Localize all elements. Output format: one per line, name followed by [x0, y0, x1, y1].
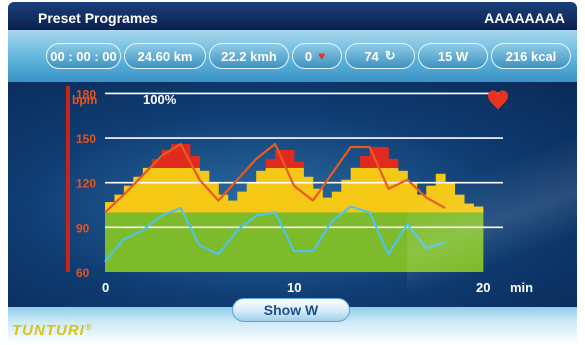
profile-bar-yellow [237, 191, 248, 213]
profile-bar-yellow [379, 167, 389, 213]
profile-bar-red [388, 158, 399, 168]
profile-bar-green [105, 212, 115, 272]
time-value: 00 : 00 : 00 [50, 48, 117, 64]
profile-bar-green [199, 212, 210, 272]
profile-bar-yellow [161, 167, 172, 213]
profile-bar-red [379, 147, 389, 168]
profile-bar-yellow [180, 167, 191, 213]
show-w-button[interactable]: Show W [232, 298, 350, 322]
x-tick-label: 0 [102, 280, 109, 295]
y-tick-label: 150 [76, 132, 96, 146]
profile-bar-red [360, 155, 370, 168]
chart-panel: 6090120150180 01020 bpm 100% min [8, 82, 577, 307]
speed-value: 22.2 kmh [221, 48, 277, 64]
profile-bar-yellow [256, 170, 267, 213]
profile-bar-green [208, 212, 219, 272]
y-unit-label: bpm [72, 93, 97, 107]
profile-bar-green [171, 212, 181, 272]
show-w-label: Show W [263, 302, 319, 318]
heart-rate-display: 0 ♥ [292, 43, 342, 69]
profile-bar-yellow [227, 200, 238, 213]
profile-bar-green [180, 212, 191, 272]
profile-bar-yellow [388, 167, 399, 213]
console-screen: Preset Programes AAAAAAAA 00 : 00 : 00 2… [0, 0, 585, 345]
loop-arrow-icon: ↻ [384, 48, 396, 63]
y-tick-label: 60 [76, 266, 90, 280]
profile-bar-red [265, 158, 276, 168]
profile-bar-yellow [275, 167, 285, 213]
program-title: Preset Programes [38, 10, 158, 26]
distance-value: 24.60 km [137, 48, 193, 64]
power-display: 15 W [418, 43, 488, 69]
cadence-value: 74 [364, 48, 379, 64]
user-name: AAAAAAAA [484, 10, 565, 26]
distance-display: 24.60 km [124, 43, 206, 69]
profile-bar-yellow [265, 167, 276, 213]
y-tick-label: 90 [76, 221, 90, 235]
profile-bar-red [294, 161, 304, 168]
profile-bar-green [303, 212, 314, 272]
profile-bar-green [142, 212, 153, 272]
energy-value: 216 kcal [505, 48, 557, 64]
profile-bar-green [265, 212, 276, 272]
energy-display: 216 kcal [491, 43, 571, 69]
time-display: 00 : 00 : 00 [46, 43, 121, 69]
profile-bar-red [284, 149, 295, 168]
cadence-display: 74 ↻ [345, 43, 415, 69]
profile-bar-yellow [199, 170, 210, 213]
y-tick-label: 120 [76, 177, 96, 191]
profile-bar-yellow [246, 182, 257, 213]
profile-bar-green [133, 212, 144, 272]
tunturi-logo: TUNTURI® [12, 322, 93, 339]
percent-label: 100% [143, 92, 177, 107]
profile-bar-yellow [331, 191, 342, 213]
profile-bar-green [227, 212, 238, 272]
x-tick-label: 10 [287, 280, 301, 295]
profile-bar-green [360, 212, 370, 272]
profile-bar-green [256, 212, 267, 272]
profile-bar-yellow [360, 167, 370, 213]
profile-bar-yellow [190, 167, 200, 213]
profile-bar-green [341, 212, 352, 272]
profile-bar-green [237, 212, 248, 272]
gloss-highlight [407, 82, 577, 307]
profile-bar-yellow [369, 167, 380, 213]
speed-display: 22.2 kmh [209, 43, 289, 69]
profile-bar-green [123, 212, 134, 272]
profile-bar-yellow [218, 194, 229, 213]
profile-bar-green [161, 212, 172, 272]
heart-icon: ♥ [318, 49, 326, 63]
profile-bar-yellow [208, 182, 219, 213]
profile-bar-yellow [350, 167, 361, 213]
profile-bar-yellow [171, 167, 181, 213]
stats-bar: 00 : 00 : 00 24.60 km 22.2 kmh 0 ♥ 74 ↻ … [8, 30, 577, 82]
profile-bar-green [350, 212, 361, 272]
profile-bar-green [294, 212, 304, 272]
title-bar: Preset Programes AAAAAAAA [8, 2, 577, 30]
y-axis-bar [66, 86, 70, 272]
heart-rate-value: 0 [304, 48, 313, 64]
profile-bar-yellow [322, 197, 333, 213]
power-value: 15 W [437, 48, 469, 64]
profile-bar-yellow [152, 167, 163, 213]
